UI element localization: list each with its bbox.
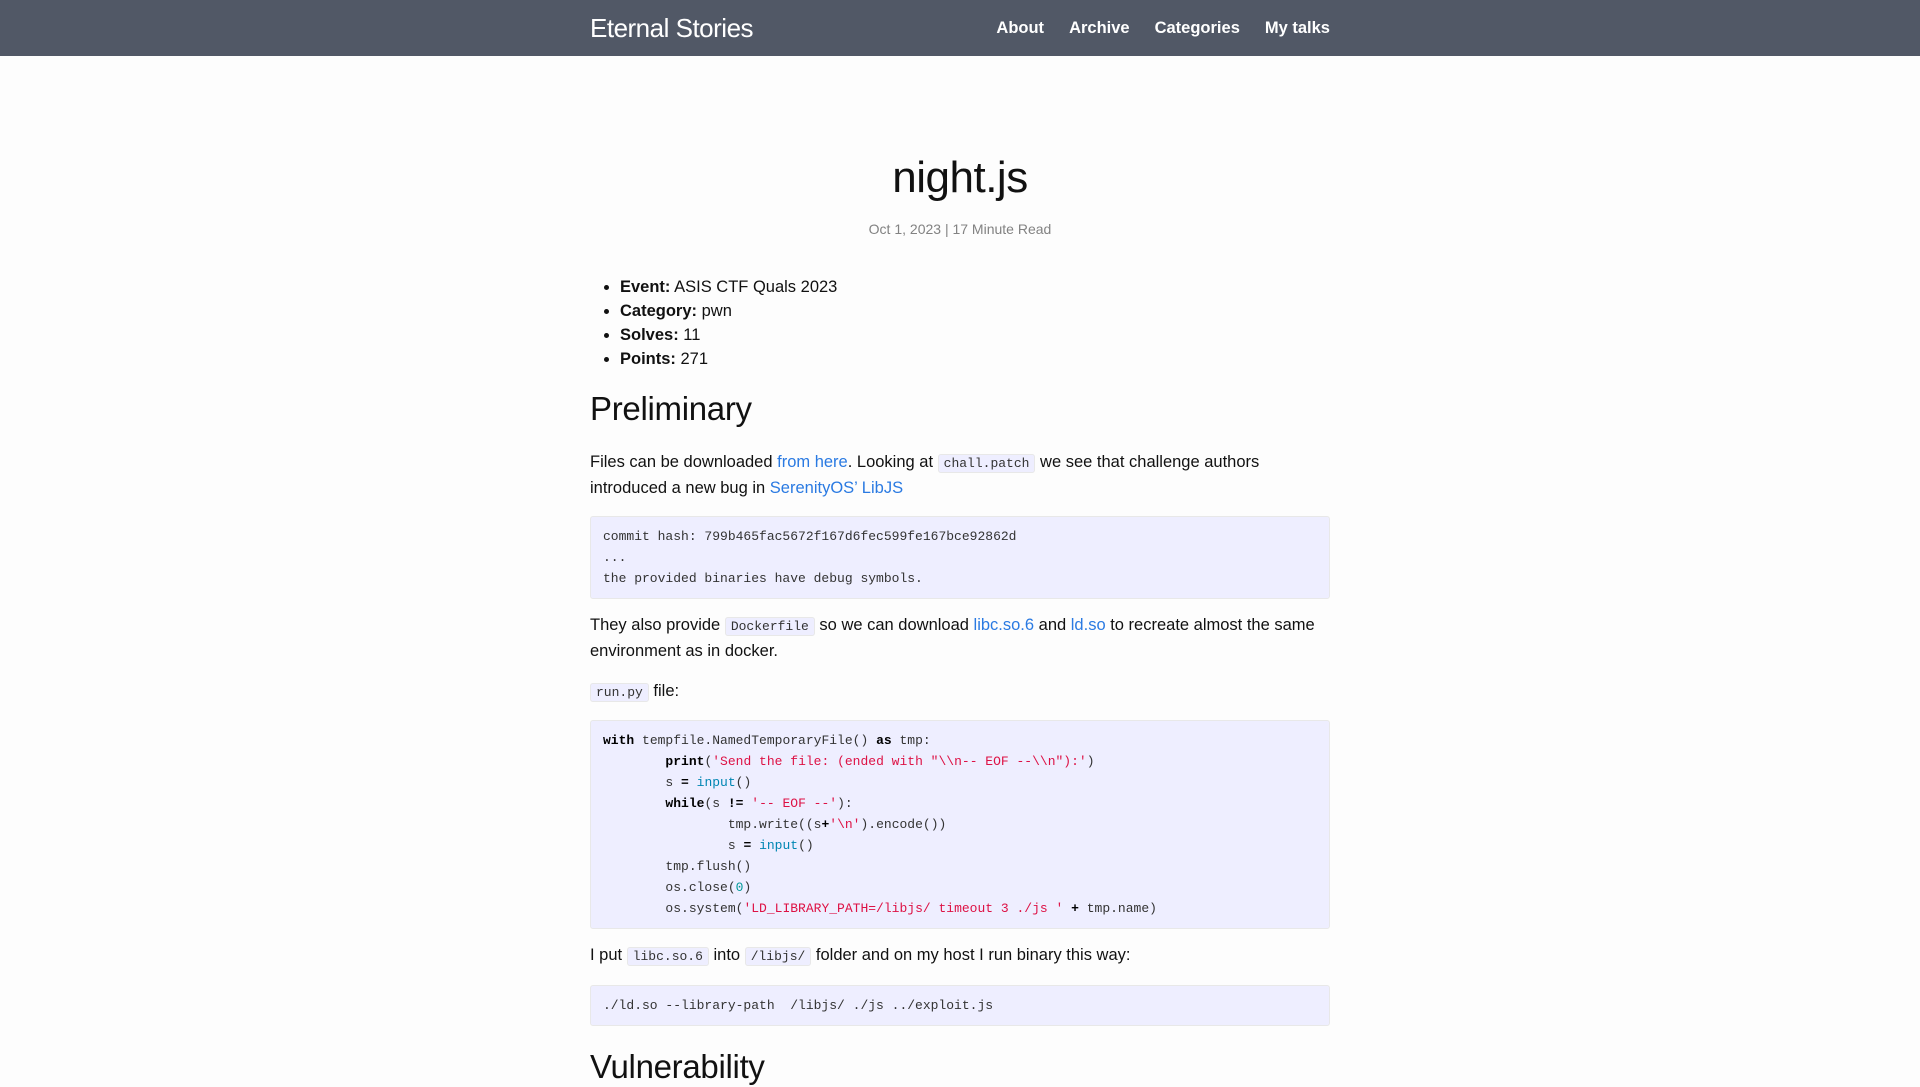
paragraph-run-py: run.py file: — [590, 679, 1330, 705]
link-libc[interactable]: libc.so.6 — [974, 616, 1035, 634]
inline-code-dockerfile: Dockerfile — [724, 617, 815, 636]
text: . Looking at — [847, 453, 938, 471]
info-value: 11 — [678, 326, 701, 344]
text: into — [708, 946, 745, 964]
text: and — [1034, 616, 1071, 634]
post-title: night.js — [892, 153, 1028, 202]
code-text: tempfile.NamedTemporaryFile() — [634, 733, 877, 748]
nav-categories[interactable]: Categories — [1155, 19, 1240, 38]
heading-vulnerability: Vulnerability — [590, 1048, 765, 1085]
info-label: Event: — [620, 278, 671, 296]
info-event: Event: ASIS CTF Quals 2023 — [620, 275, 1330, 299]
info-category: Category: pwn — [620, 299, 1330, 323]
keyword: as — [876, 733, 892, 748]
site-header: Eternal Stories About Archive Categories… — [0, 0, 1920, 56]
nav-archive[interactable]: Archive — [1069, 19, 1130, 38]
inline-code-run-py: run.py — [590, 683, 649, 702]
code-line: ... — [603, 550, 627, 565]
operator: != — [727, 796, 744, 811]
text: Files can be downloaded — [590, 453, 778, 471]
inline-code-libc: libc.so.6 — [626, 947, 709, 966]
code-text: ) — [1086, 754, 1095, 769]
operator: = — [681, 775, 689, 790]
main-nav: About Archive Categories My talks — [996, 19, 1330, 38]
code-text: (s — [704, 796, 728, 811]
link-serenityos-libjs[interactable]: SerenityOS’ LibJS — [770, 479, 903, 497]
info-value: ASIS CTF Quals 2023 — [670, 278, 838, 296]
builtin: input — [696, 775, 736, 790]
keyword: while — [665, 796, 705, 811]
code-line: the provided binaries have debug symbols… — [603, 571, 923, 586]
link-ld-so[interactable]: ld.so — [1071, 616, 1106, 634]
code-text: tmp.flush() — [665, 859, 752, 874]
inline-code-libjs: /libjs/ — [744, 947, 812, 966]
string: 'LD_LIBRARY_PATH=/libjs/ timeout 3 ./js … — [743, 901, 1064, 916]
operator: + — [1071, 901, 1079, 916]
string: 'Send the file: (ended with "\\n-- EOF -… — [712, 754, 1087, 769]
code-text: ) — [743, 880, 752, 895]
info-label: Category: — [620, 302, 698, 320]
nav-about[interactable]: About — [996, 19, 1044, 38]
challenge-info-list: Event: ASIS CTF Quals 2023 Category: pwn… — [590, 275, 1330, 371]
nav-my-talks[interactable]: My talks — [1265, 19, 1330, 38]
paragraph-dockerfile: They also provide Dockerfile so we can d… — [590, 613, 1330, 663]
string: '\n' — [829, 817, 861, 832]
inline-code-chall-patch: chall.patch — [937, 454, 1036, 473]
info-label: Solves: — [620, 326, 679, 344]
code-text: tmp.write((s — [727, 817, 822, 832]
code-text: s — [665, 775, 682, 790]
keyword: print — [665, 754, 705, 769]
code-block-run-py: with tempfile.NamedTemporaryFile() as tm… — [590, 720, 1330, 929]
builtin: input — [759, 838, 799, 853]
paragraph-files: Files can be downloaded from here. Looki… — [590, 450, 1330, 500]
text: file: — [648, 682, 680, 700]
text: folder and on my host I run binary this … — [811, 946, 1131, 964]
info-solves: Solves: 11 — [620, 323, 1330, 347]
text: They also provide — [590, 616, 725, 634]
code-text: () — [735, 775, 752, 790]
code-block-run-command: ./ld.so --library-path /libjs/ ./js ../e… — [590, 985, 1330, 1026]
info-value: 271 — [675, 350, 709, 368]
code-text: ).encode()) — [860, 817, 947, 832]
header-inner: Eternal Stories About Archive Categories… — [590, 0, 1330, 56]
code-text: os.system( — [665, 901, 744, 916]
heading-preliminary: Preliminary — [590, 390, 752, 427]
code-line: commit hash: 799b465fac5672f167d6fec599f… — [603, 529, 1017, 544]
post-content: night.js Oct 1, 2023 | 17 Minute Read Ev… — [590, 56, 1330, 1087]
code-text: () — [798, 838, 814, 853]
code-text: tmp: — [891, 733, 931, 748]
info-value: pwn — [697, 302, 732, 320]
keyword: with — [603, 733, 635, 748]
code-text: ): — [837, 796, 853, 811]
site-title-link[interactable]: Eternal Stories — [590, 13, 754, 44]
link-from-here[interactable]: from here — [777, 453, 848, 471]
info-label: Points: — [620, 350, 676, 368]
code-block-commit: commit hash: 799b465fac5672f167d6fec599f… — [590, 516, 1330, 599]
text: so we can download — [814, 616, 974, 634]
code-text: os.close( — [665, 880, 736, 895]
string: '-- EOF --' — [751, 796, 838, 811]
post-meta: Oct 1, 2023 | 17 Minute Read — [868, 221, 1052, 237]
code-text: s — [727, 838, 744, 853]
paragraph-i-put: I put libc.so.6 into /libjs/ folder and … — [590, 943, 1330, 969]
info-points: Points: 271 — [620, 347, 1330, 371]
text: I put — [590, 946, 627, 964]
code-text: tmp.name) — [1078, 901, 1157, 916]
